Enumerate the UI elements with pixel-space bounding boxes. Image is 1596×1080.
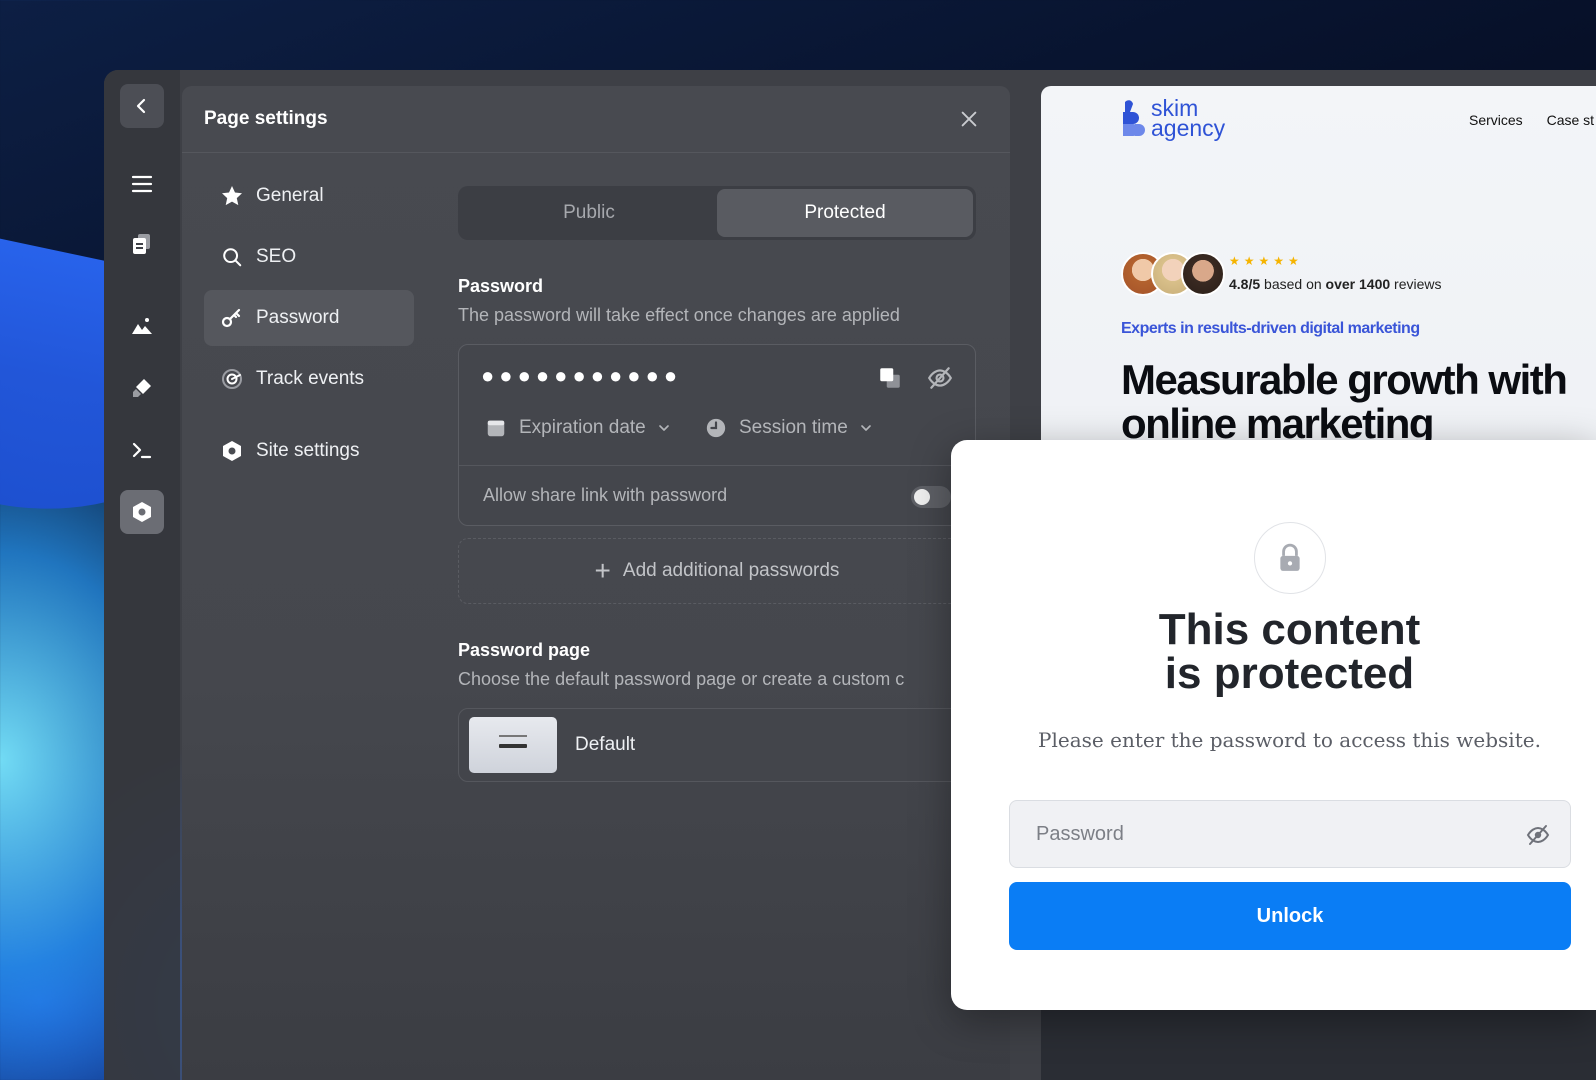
- nav-item-password[interactable]: Password: [204, 290, 414, 346]
- share-link-label: Allow share link with password: [483, 485, 728, 505]
- modal-title: This content is protected: [951, 608, 1596, 696]
- hexagon-icon: [220, 439, 244, 463]
- default-page-label: Default: [575, 734, 636, 755]
- menu-icon: [131, 175, 153, 193]
- nav-item-label: Track events: [256, 368, 365, 389]
- back-button[interactable]: [120, 84, 164, 128]
- password-description: The password will take effect once chang…: [458, 305, 900, 325]
- chevron-left-icon: [136, 98, 146, 114]
- menu-button[interactable]: [120, 162, 164, 206]
- settings-button[interactable]: [120, 490, 164, 534]
- chevron-down-icon: [860, 425, 871, 431]
- pages-button[interactable]: [120, 222, 164, 266]
- unlock-button[interactable]: Unlock: [1009, 882, 1571, 950]
- site-headline: Measurable growth with online marketing: [1121, 356, 1568, 447]
- nav-item-seo[interactable]: SEO: [204, 229, 414, 285]
- mountain-icon: [132, 318, 152, 334]
- star-icon: [220, 184, 244, 208]
- nav-item-label: General: [256, 185, 324, 206]
- eye-slash-icon[interactable]: [1525, 823, 1551, 847]
- default-page-thumbnail: [469, 717, 557, 773]
- page-settings-panel: Page settings General SEO Password Track…: [182, 86, 1010, 1080]
- add-passwords-button[interactable]: + Add additional passwords: [458, 538, 976, 604]
- modal-title-line-1: This content: [1158, 605, 1421, 654]
- session-dropdown[interactable]: Session time: [705, 417, 874, 439]
- track-icon: [220, 367, 244, 391]
- brush-icon: [133, 379, 151, 397]
- password-page-label: Password page: [458, 640, 591, 660]
- key-icon: [220, 306, 244, 330]
- copy-icon[interactable]: [877, 365, 903, 391]
- chevron-down-icon: [658, 425, 669, 431]
- site-nav: Services Case st: [1469, 112, 1596, 128]
- password-box: ●●●●●●●●●●● Expiration date Session time…: [458, 344, 976, 526]
- lock-icon: [1280, 543, 1300, 571]
- settings-nav: General SEO Password Track events Site s…: [204, 168, 414, 484]
- close-icon[interactable]: [958, 108, 980, 130]
- media-button[interactable]: [120, 304, 164, 348]
- search-icon: [220, 245, 244, 269]
- icon-rail: [104, 70, 180, 1080]
- nav-link-case-studies[interactable]: Case st: [1547, 112, 1594, 128]
- add-passwords-label: Add additional passwords: [622, 560, 840, 581]
- rating-end: reviews: [1390, 276, 1442, 292]
- panel-header: Page settings: [182, 86, 1010, 153]
- nav-item-label: Password: [256, 307, 340, 328]
- password-input-wrapper: [1009, 800, 1571, 868]
- expiration-label: Expiration date: [519, 417, 646, 438]
- share-link-row: Allow share link with password: [459, 465, 975, 525]
- lock-badge: [1254, 522, 1326, 594]
- reviewer-avatars: [1121, 252, 1225, 296]
- logo-text: skim agency: [1151, 97, 1226, 141]
- nav-item-general[interactable]: General: [204, 168, 414, 224]
- eye-slash-icon[interactable]: [927, 365, 953, 391]
- password-value[interactable]: ●●●●●●●●●●●: [481, 363, 682, 389]
- rating-stars: ★★★★★: [1229, 254, 1303, 268]
- password-page-description: Choose the default password page or crea…: [458, 669, 905, 689]
- nav-item-site-settings[interactable]: Site settings: [204, 423, 414, 479]
- site-logo: skim agency: [1121, 97, 1226, 141]
- code-button[interactable]: [120, 428, 164, 472]
- logo-line-2: agency: [1151, 115, 1226, 141]
- rabbit-logo-icon: [1123, 100, 1145, 136]
- password-label: Password: [458, 276, 544, 296]
- session-label: Session time: [739, 417, 848, 438]
- clock-icon: [706, 418, 726, 438]
- share-link-toggle[interactable]: [911, 486, 951, 508]
- expiration-dropdown[interactable]: Expiration date: [485, 417, 672, 439]
- modal-subtitle: Please enter the password to access this…: [1038, 728, 1541, 752]
- public-option[interactable]: Public: [461, 189, 717, 237]
- plus-icon: +: [594, 555, 611, 586]
- password-modal: This content is protected Please enter t…: [951, 440, 1596, 1010]
- styles-button[interactable]: [120, 366, 164, 410]
- calendar-icon: [487, 420, 505, 437]
- nav-item-track-events[interactable]: Track events: [204, 351, 414, 407]
- preview-footer-area: [1041, 1006, 1596, 1080]
- hexagon-icon: [133, 502, 151, 522]
- rating-score: 4.8/5: [1229, 276, 1261, 292]
- pages-icon: [133, 234, 150, 254]
- terminal-icon: [132, 442, 152, 459]
- nav-item-label: SEO: [256, 246, 297, 267]
- panel-title: Page settings: [204, 108, 328, 129]
- modal-title-line-2: is protected: [1164, 649, 1415, 698]
- rating-count: over 1400: [1325, 276, 1391, 292]
- password-input[interactable]: [1010, 801, 1570, 867]
- nav-link-services[interactable]: Services: [1469, 112, 1523, 128]
- avatar: [1181, 252, 1225, 296]
- visibility-toggle: Public Protected: [458, 186, 976, 240]
- rating-mid: based on: [1260, 276, 1326, 292]
- default-page-option[interactable]: Default: [458, 708, 974, 782]
- nav-item-label: Site settings: [256, 440, 360, 461]
- protected-option[interactable]: Protected: [717, 189, 973, 237]
- site-tagline: Experts in results-driven digital market…: [1121, 320, 1420, 337]
- password-settings: Public Protected Password The password w…: [458, 186, 978, 782]
- rating-text: 4.8/5 based on over 1400 reviews: [1229, 276, 1442, 292]
